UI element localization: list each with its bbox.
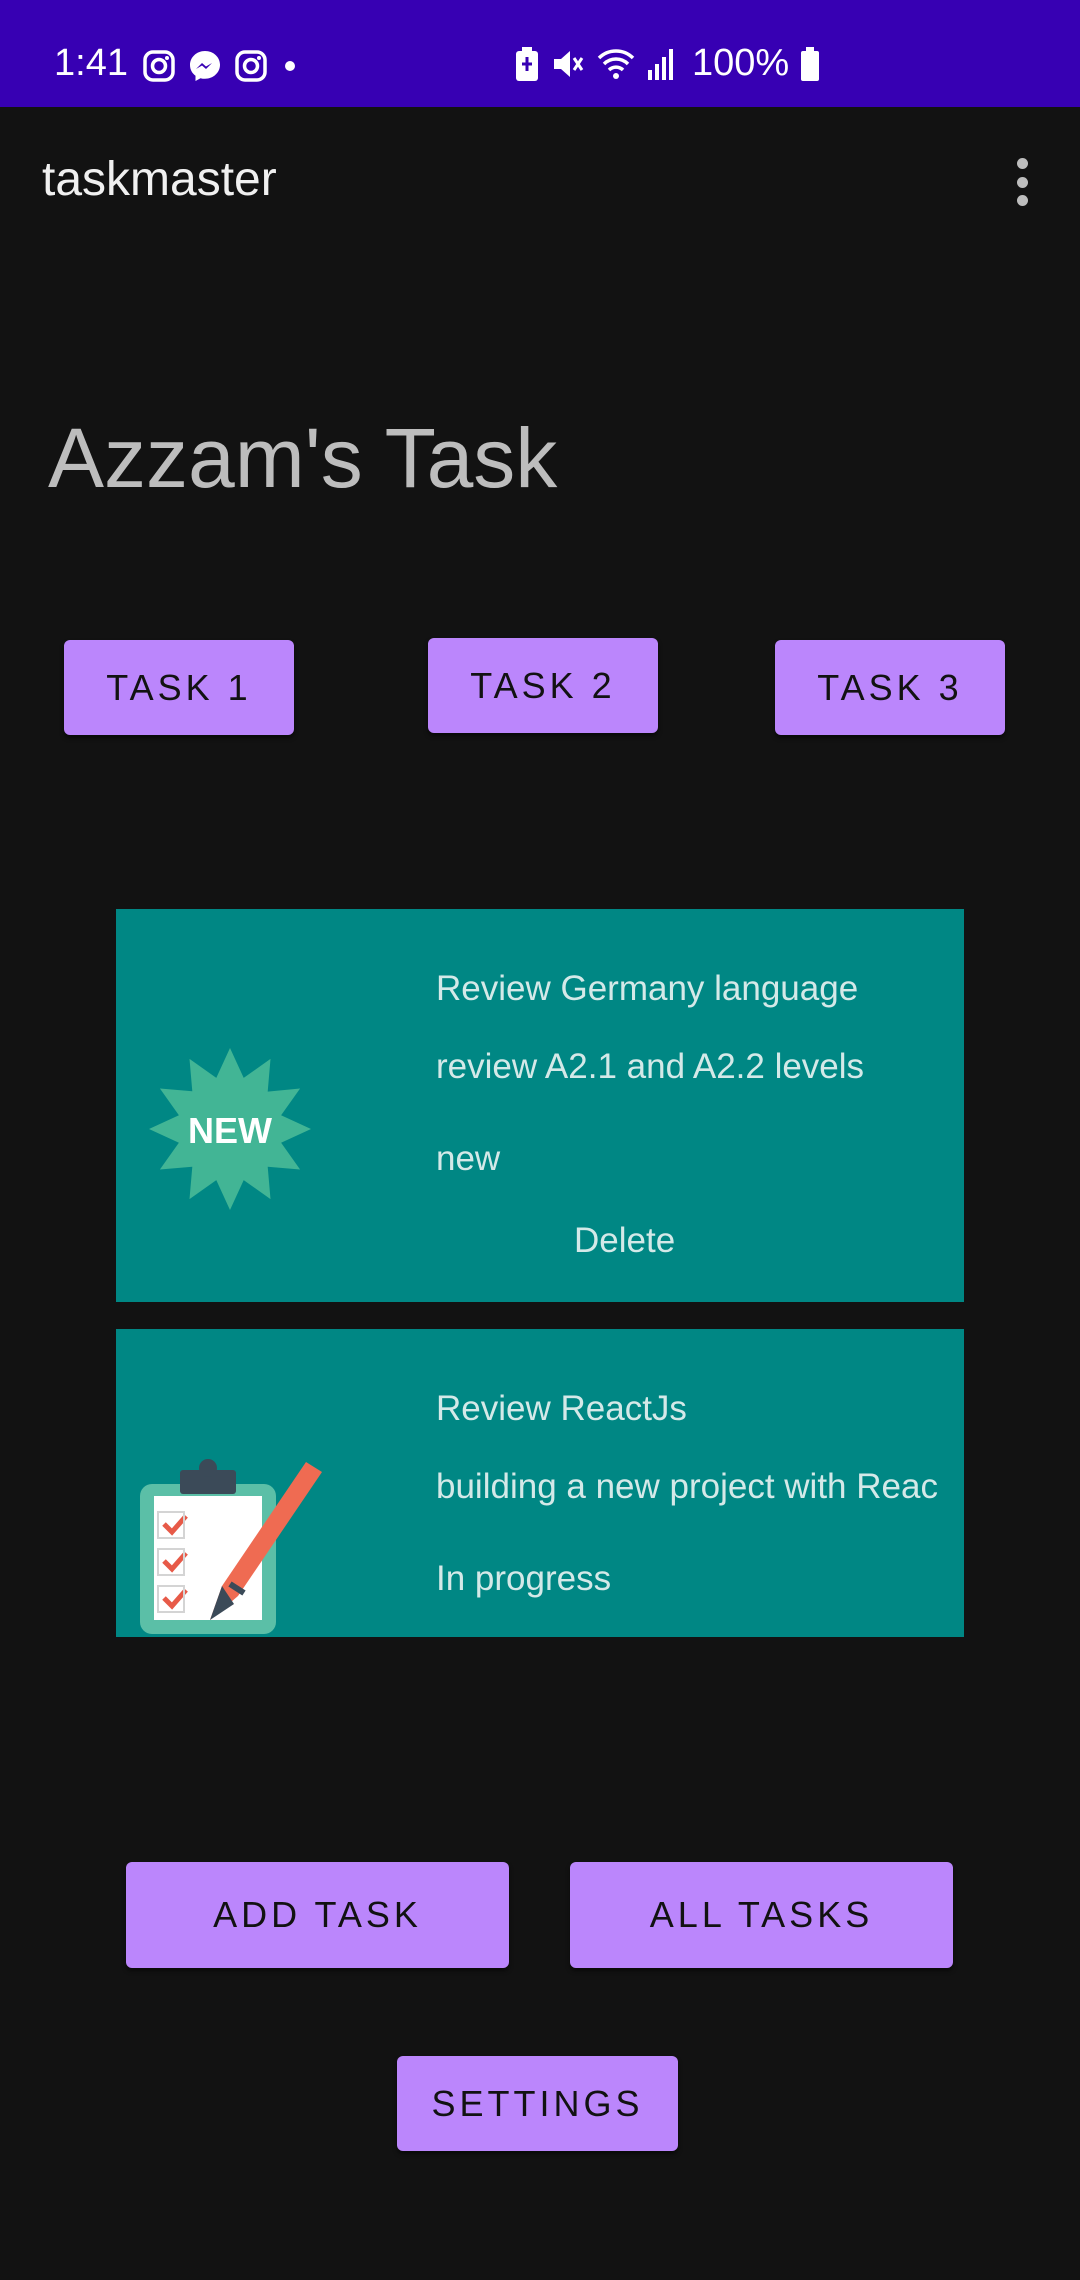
battery-saver-icon	[516, 46, 538, 81]
delete-button[interactable]: Delete	[574, 1221, 675, 1261]
wifi-icon	[597, 48, 635, 79]
new-badge-text: NEW	[188, 1110, 272, 1151]
page-heading: Azzam's Task	[48, 411, 558, 505]
add-task-button[interactable]: ADD TASK	[126, 1862, 509, 1968]
status-bar: 1:41 100%	[0, 0, 1080, 107]
task-card[interactable]: NEW Review Germany language review A2.1 …	[116, 909, 964, 1302]
task-1-button[interactable]: TASK 1	[64, 640, 294, 735]
notification-icons	[142, 46, 300, 86]
overflow-menu-icon[interactable]	[1010, 158, 1034, 206]
mute-icon	[554, 50, 584, 77]
status-time: 1:41	[54, 42, 128, 84]
task-3-button[interactable]: TASK 3	[775, 640, 1005, 735]
signal-icon	[648, 48, 673, 80]
task-title: Review ReactJs	[436, 1389, 687, 1428]
task-card[interactable]: Review ReactJs building a new project wi…	[116, 1329, 964, 1637]
battery-percentage: 100%	[692, 42, 790, 84]
task-state: new	[436, 1139, 501, 1178]
instagram-icon	[143, 50, 175, 82]
task-state: In progress	[436, 1559, 612, 1598]
settings-button[interactable]: SETTINGS	[397, 2056, 678, 2151]
task-body: building a new project with Reac	[436, 1467, 938, 1506]
instagram-icon	[235, 50, 267, 82]
app-title: taskmaster	[42, 153, 277, 206]
task-title: Review Germany language	[436, 969, 859, 1008]
clipboard-checklist-icon	[140, 1459, 322, 1634]
task-body: review A2.1 and A2.2 levels	[436, 1047, 865, 1086]
task-2-button[interactable]: TASK 2	[428, 638, 658, 733]
dot-icon	[285, 61, 295, 71]
messenger-icon	[190, 51, 220, 81]
all-tasks-button[interactable]: ALL TASKS	[570, 1862, 953, 1968]
new-badge-icon: NEW	[149, 1048, 311, 1210]
battery-icon	[801, 46, 820, 81]
system-icons: 100%	[514, 42, 821, 85]
